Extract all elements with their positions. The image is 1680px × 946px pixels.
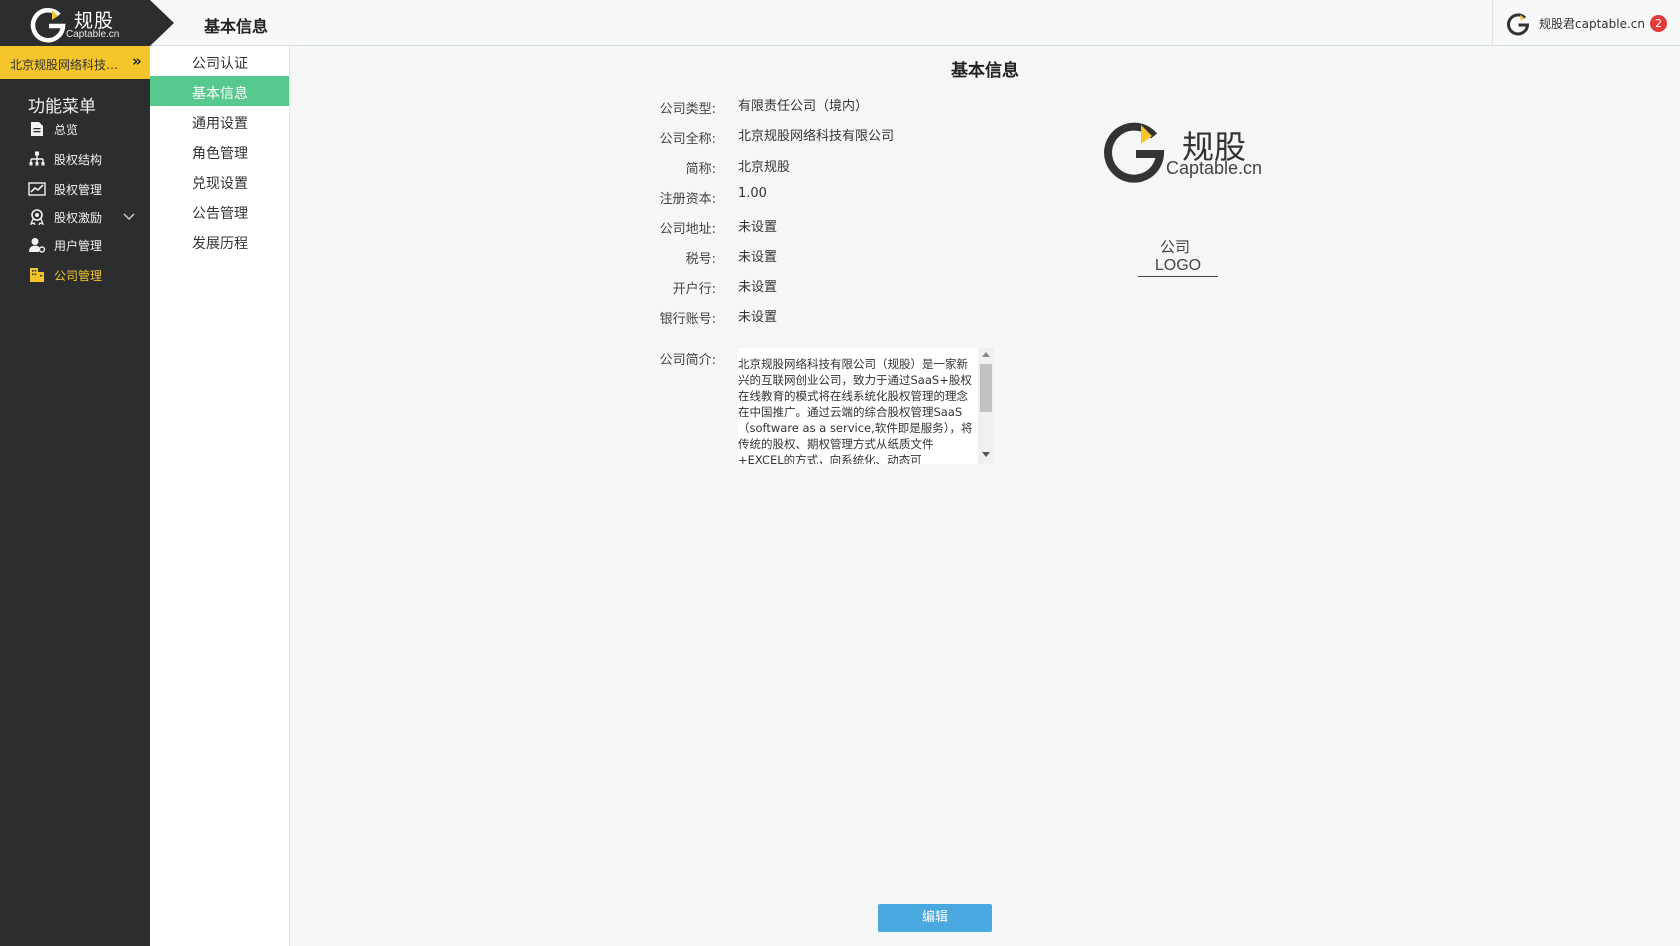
company-logo[interactable]: 规股 Captable.cn 公司 LOGO — [1100, 116, 1290, 277]
brand-area[interactable]: 规股 Captable.cn — [0, 0, 150, 46]
field-label-full-name: 公司全称: — [659, 132, 716, 147]
org-chart-icon — [29, 151, 45, 166]
scroll-down-arrow-icon[interactable] — [982, 452, 990, 457]
section-title: 基本信息 — [951, 61, 1019, 81]
document-icon — [31, 122, 43, 136]
subnav-item-company-verification[interactable]: 公司认证 — [150, 46, 289, 76]
award-icon — [29, 209, 45, 225]
field-label-intro: 公司简介: — [659, 353, 716, 368]
edit-button[interactable]: 编辑 — [878, 904, 992, 932]
subnav-item-label: 基本信息 — [192, 86, 248, 102]
subnav-item-announcement-management[interactable]: 公告管理 — [150, 196, 289, 226]
company-intro-box[interactable]: 北京规股网络科技有限公司（规股）是一家新兴的互联网创业公司，致力于通过SaaS+… — [738, 348, 994, 464]
sidebar-item-equity-structure[interactable]: 股权结构 — [28, 148, 148, 170]
subnav-item-label: 兑现设置 — [192, 176, 248, 192]
sidebar-item-label: 股权激励 — [54, 211, 103, 225]
field-label-bank: 开户行: — [672, 282, 716, 297]
subnav-item-general-settings[interactable]: 通用设置 — [150, 106, 289, 136]
page-title: 基本信息 — [204, 17, 269, 36]
user-area[interactable]: 规股君captable.cn 2 — [1492, 0, 1680, 46]
notification-badge[interactable]: 2 — [1650, 15, 1667, 32]
logo-caption: 公司 — [1159, 238, 1190, 256]
sub-navigation: 公司认证 基本信息 通用设置 角色管理 兑现设置 公告管理 发展历程 — [150, 46, 290, 946]
field-value-address: 未设置 — [738, 220, 778, 235]
subnav-item-basic-info[interactable]: 基本信息 — [150, 76, 289, 106]
menu-title: 功能菜单 — [28, 97, 96, 117]
field-value-full-name: 北京规股网络科技有限公司 — [738, 129, 895, 144]
sidebar-item-company-management[interactable]: 公司管理 — [28, 264, 148, 286]
subnav-item-vesting-settings[interactable]: 兑现设置 — [150, 166, 289, 196]
sidebar-item-label: 股权管理 — [54, 183, 103, 197]
sidebar-item-label: 股权结构 — [54, 153, 103, 167]
captable-logo-icon — [30, 7, 66, 43]
subnav-item-development-history[interactable]: 发展历程 — [150, 226, 289, 256]
top-bar: 规股 Captable.cn 基本信息 规股君captable.cn 2 — [0, 0, 1680, 46]
field-value-company-type: 有限责任公司（境内） — [738, 99, 869, 114]
building-icon — [30, 268, 44, 282]
field-value-bank-account: 未设置 — [738, 310, 778, 325]
field-value-registered-capital: 1.00 — [738, 186, 767, 201]
sidebar-item-equity-incentive[interactable]: 股权激励 — [28, 206, 148, 228]
brand-arrow-decoration — [150, 0, 174, 46]
brand-subtitle: Captable.cn — [66, 29, 120, 40]
sidebar-item-label: 总览 — [54, 123, 79, 137]
field-label-address: 公司地址: — [659, 222, 716, 237]
sidebar-item-label: 公司管理 — [54, 269, 103, 283]
field-label-registered-capital: 注册资本: — [659, 192, 716, 207]
company-switcher[interactable]: 北京规股网络科技有限公司 » — [0, 46, 150, 79]
field-label-bank-account: 银行账号: — [659, 312, 716, 327]
logo-caption-underlined: LOGO — [1138, 257, 1218, 277]
captable-logo-icon — [1104, 122, 1165, 183]
subnav-item-label: 角色管理 — [192, 146, 248, 162]
main-content: 基本信息 公司类型: 有限责任公司（境内） 公司全称: 北京规股网络科技有限公司… — [290, 46, 1680, 946]
intro-scrollbar[interactable] — [978, 348, 994, 464]
scroll-up-arrow-icon[interactable] — [982, 352, 990, 357]
scroll-thumb[interactable] — [980, 364, 992, 412]
field-label-short-name: 简称: — [685, 162, 716, 177]
subnav-item-label: 公告管理 — [192, 206, 248, 222]
sidebar-item-user-management[interactable]: 用户管理 — [28, 234, 148, 256]
field-value-tax-id: 未设置 — [738, 250, 778, 265]
sidebar-item-overview[interactable]: 总览 — [28, 118, 148, 140]
subnav-item-label: 公司认证 — [192, 56, 248, 72]
field-label-tax-id: 税号: — [685, 252, 716, 267]
sidebar-item-label: 用户管理 — [54, 239, 103, 253]
double-chevron-right-icon[interactable]: » — [132, 52, 142, 70]
sidebar: 北京规股网络科技有限公司 » 功能菜单 总览 股权结构 股权管理 股权激励 — [0, 46, 150, 946]
field-label-company-type: 公司类型: — [659, 102, 716, 117]
subnav-item-role-management[interactable]: 角色管理 — [150, 136, 289, 166]
user-name[interactable]: 规股君captable.cn — [1539, 15, 1645, 32]
field-value-bank: 未设置 — [738, 280, 778, 295]
sidebar-item-equity-management[interactable]: 股权管理 — [28, 178, 148, 200]
company-intro-text: 北京规股网络科技有限公司（规股）是一家新兴的互联网创业公司，致力于通过SaaS+… — [738, 357, 973, 464]
chart-line-icon — [28, 182, 46, 196]
user-gear-icon — [29, 238, 46, 253]
user-avatar-icon — [1507, 13, 1530, 36]
logo-subtitle: Captable.cn — [1166, 158, 1263, 178]
subnav-item-label: 通用设置 — [192, 116, 248, 132]
field-value-short-name: 北京规股 — [738, 160, 791, 175]
chevron-down-icon[interactable] — [122, 209, 136, 223]
subnav-item-label: 发展历程 — [192, 236, 248, 252]
company-name: 北京规股网络科技有限公司 — [10, 58, 130, 72]
